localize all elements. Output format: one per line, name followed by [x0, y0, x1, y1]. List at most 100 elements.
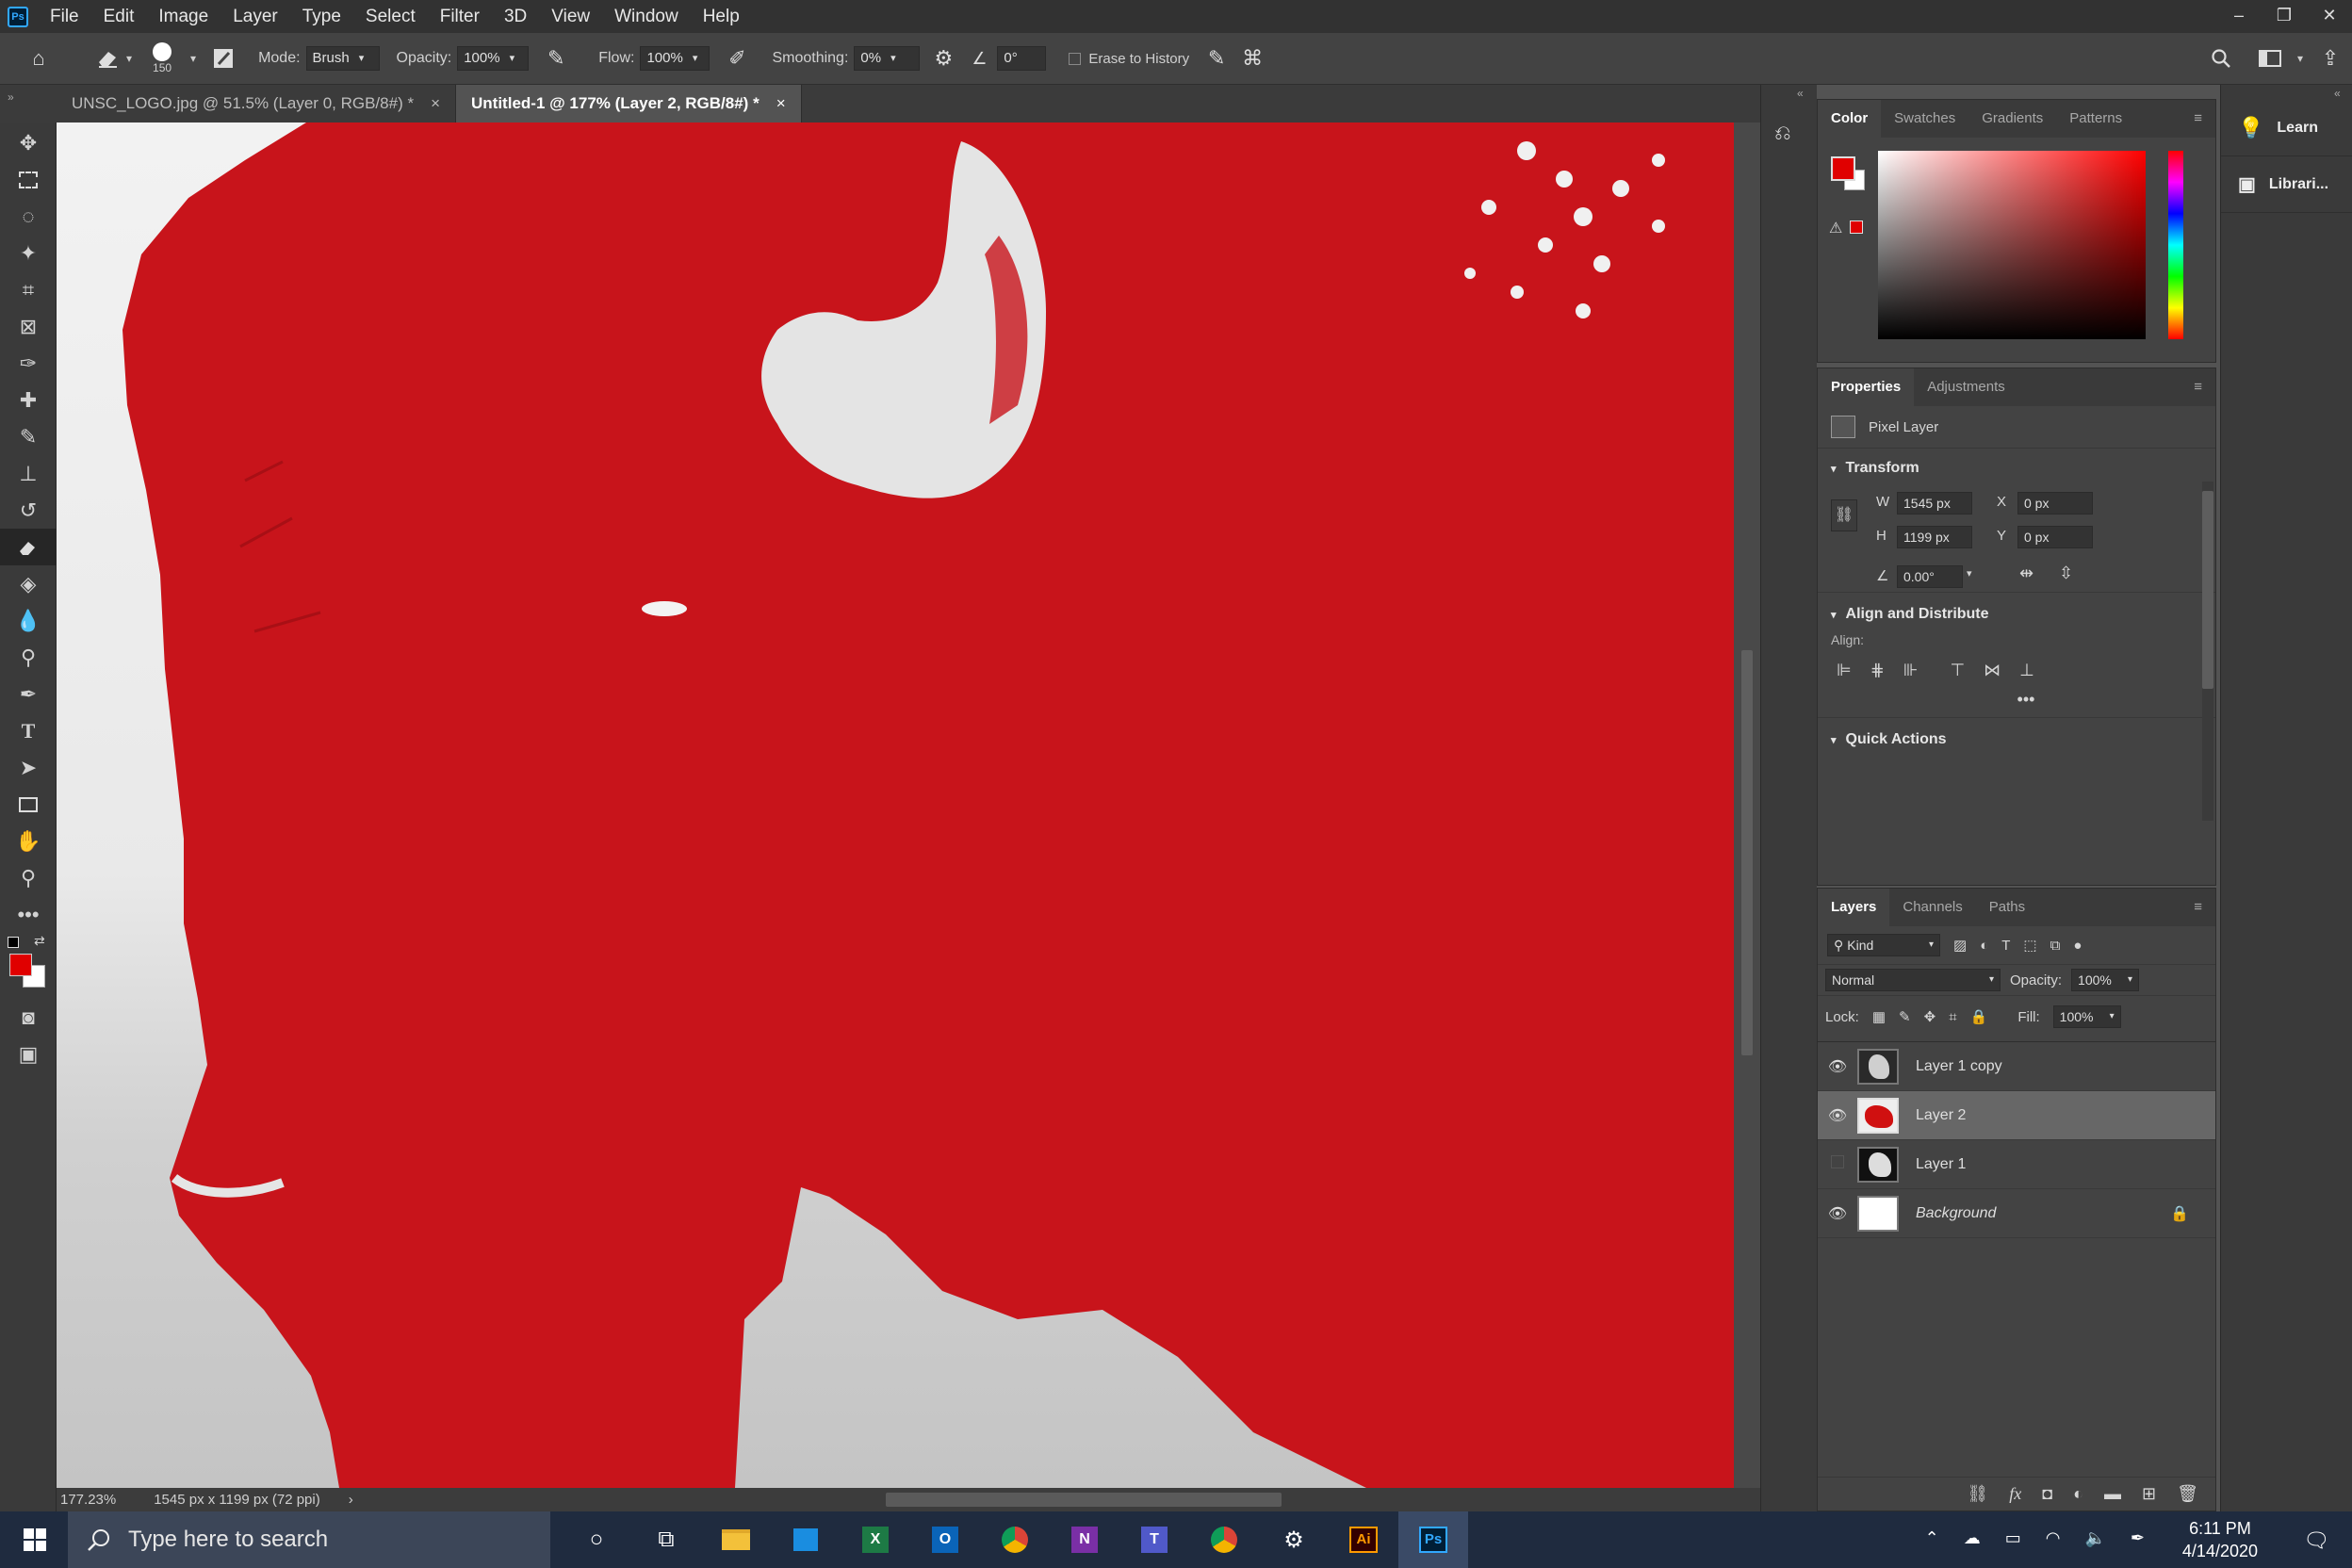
menu-view[interactable]: View	[551, 7, 590, 27]
visibility-eye-icon[interactable]: 👁	[1818, 1106, 1857, 1125]
layer-name[interactable]: Layer 1	[1916, 1156, 1966, 1173]
pressure-size-icon[interactable]: ✎	[1202, 44, 1231, 73]
symmetry-icon[interactable]: ⌘	[1238, 44, 1266, 73]
menu-select[interactable]: Select	[366, 7, 416, 27]
tab-patterns[interactable]: Patterns	[2056, 100, 2135, 138]
swap-colors-icon[interactable]: ⇄	[34, 933, 45, 949]
expand-panels-icon[interactable]: «	[1761, 85, 1817, 100]
excel-icon[interactable]: X	[841, 1511, 910, 1568]
foreground-color-swatch[interactable]	[9, 954, 32, 976]
workspace-icon[interactable]	[2256, 44, 2284, 73]
lock-pixels-icon[interactable]: ✎	[1899, 1008, 1911, 1025]
chevron-down-icon[interactable]: ▾	[2297, 52, 2303, 65]
notifications-icon[interactable]: 🗨	[2303, 1528, 2329, 1553]
tab-channels[interactable]: Channels	[1889, 889, 1975, 926]
tab-swatches[interactable]: Swatches	[1881, 100, 1968, 138]
menu-layer[interactable]: Layer	[233, 7, 278, 27]
lock-artboard-icon[interactable]: ⌗	[1949, 1009, 1956, 1025]
layer-row-layer-1[interactable]: Layer 1	[1818, 1140, 2215, 1189]
hue-slider[interactable]	[2168, 151, 2183, 339]
align-section[interactable]: ▾ Align and Distribute	[1818, 592, 2215, 629]
type-tool-icon[interactable]: T	[0, 712, 57, 749]
panel-menu-icon[interactable]: ≡	[2180, 368, 2215, 406]
warning-icon[interactable]: ⚠	[1829, 219, 1842, 237]
properties-scrollbar[interactable]	[2202, 482, 2213, 821]
align-top-icon[interactable]: ⊤	[1950, 661, 1965, 680]
brush-settings-icon[interactable]	[209, 44, 237, 73]
onedrive-icon[interactable]: ☁	[1964, 1528, 1981, 1548]
filter-toggle-icon[interactable]: ●	[2073, 938, 2082, 954]
y-field[interactable]: 0 px	[2017, 526, 2093, 548]
horizontal-scrollbar[interactable]	[886, 1493, 1282, 1507]
chevron-up-icon[interactable]: ⌃	[1925, 1528, 1939, 1548]
new-group-icon[interactable]: ▬	[2104, 1484, 2121, 1504]
menu-edit[interactable]: Edit	[104, 7, 135, 27]
crop-tool-icon[interactable]: ⌗	[0, 271, 57, 308]
move-tool-icon[interactable]: ✥	[0, 124, 57, 161]
learn-panel-button[interactable]: 💡 Learn	[2221, 100, 2352, 156]
collapse-toolbar-icon[interactable]: »	[0, 85, 57, 122]
panel-menu-icon[interactable]: ≡	[2180, 889, 2215, 926]
color-foreground-swatch[interactable]	[1831, 156, 1855, 181]
tab-color[interactable]: Color	[1818, 100, 1882, 138]
battery-icon[interactable]: ▭	[2005, 1528, 2021, 1548]
color-field[interactable]	[1878, 151, 2146, 339]
transform-section[interactable]: ▾ Transform	[1818, 449, 2215, 488]
magic-wand-icon[interactable]: ✦	[0, 235, 57, 271]
teams-icon[interactable]: T	[1119, 1511, 1189, 1568]
lock-all-icon[interactable]: 🔒	[1970, 1008, 1988, 1025]
filter-type-icon[interactable]: T	[2001, 938, 2010, 954]
lock-icon[interactable]: 🔒	[2170, 1204, 2189, 1223]
add-mask-icon[interactable]: ◘	[2042, 1484, 2052, 1504]
filter-shape-icon[interactable]: ⬚	[2023, 937, 2036, 954]
photoshop-taskbar-icon[interactable]: Ps	[1398, 1511, 1468, 1568]
align-middle-icon[interactable]: ⋈	[1984, 661, 2001, 680]
chevron-right-icon[interactable]: ›	[349, 1492, 353, 1508]
path-selection-icon[interactable]: ➤	[0, 749, 57, 786]
healing-brush-icon[interactable]: ✚	[0, 382, 57, 418]
more-options-icon[interactable]: •••	[1818, 690, 2215, 710]
collapse-panels-icon[interactable]: «	[2221, 85, 2352, 100]
settings-gear-icon[interactable]: ⚙	[1259, 1511, 1329, 1568]
new-layer-icon[interactable]: ⊞	[2142, 1484, 2156, 1504]
chrome-icon[interactable]	[1189, 1511, 1259, 1568]
libraries-panel-button[interactable]: ▣ Librari...	[2221, 156, 2352, 213]
layer-opacity-field[interactable]: 100% ▾	[2071, 969, 2140, 991]
angle-field[interactable]: 0°	[997, 46, 1047, 71]
airbrush-icon[interactable]: ✐	[723, 44, 751, 73]
blend-mode-select[interactable]: Normal ▾	[1825, 969, 2001, 991]
smoothing-field[interactable]: 0% ▾	[854, 46, 921, 71]
lock-position-icon[interactable]: ✥	[1924, 1008, 1936, 1025]
close-icon[interactable]: ✕	[2307, 0, 2352, 33]
tab-properties[interactable]: Properties	[1818, 368, 1915, 406]
align-center-icon[interactable]: ⋕	[1870, 661, 1885, 680]
wifi-icon[interactable]: ◠	[2046, 1528, 2061, 1548]
link-layers-icon[interactable]: ⛓	[1967, 1484, 1988, 1504]
file-explorer-icon[interactable]	[701, 1511, 771, 1568]
marquee-tool-icon[interactable]	[0, 161, 57, 198]
tab-untitled-1[interactable]: Untitled-1 @ 177% (Layer 2, RGB/8#) * ×	[456, 85, 802, 122]
fill-field[interactable]: 100% ▾	[2052, 1005, 2121, 1028]
zoom-level[interactable]: 177.23%	[60, 1492, 116, 1508]
menu-help[interactable]: Help	[703, 7, 740, 27]
layer-name[interactable]: Background	[1916, 1205, 1996, 1222]
gear-icon[interactable]: ⚙	[929, 44, 957, 73]
filter-kind-select[interactable]: ⚲ Kind ▾	[1827, 934, 1940, 956]
layer-row-layer-2[interactable]: 👁 Layer 2	[1818, 1091, 2215, 1140]
rotation-field[interactable]: 0.00°	[1897, 565, 1963, 588]
screen-mode-icon[interactable]: ▣	[0, 1036, 57, 1072]
store-icon[interactable]	[771, 1511, 841, 1568]
flip-horizontal-icon[interactable]: ⇹	[2019, 564, 2034, 583]
tab-gradients[interactable]: Gradients	[1968, 100, 2056, 138]
x-field[interactable]: 0 px	[2017, 492, 2093, 514]
filter-pixel-icon[interactable]: ▨	[1953, 937, 1967, 954]
menu-window[interactable]: Window	[614, 7, 678, 27]
outlook-icon[interactable]: O	[910, 1511, 980, 1568]
scroll-thumb[interactable]	[1741, 650, 1753, 1055]
flow-field[interactable]: 100% ▾	[640, 46, 710, 71]
menu-3d[interactable]: 3D	[504, 7, 527, 27]
pen-icon[interactable]: ✒	[2131, 1528, 2145, 1548]
dropdown-arrow-icon[interactable]: ▾	[126, 52, 132, 65]
taskbar-search[interactable]: Type here to search	[68, 1511, 550, 1568]
filter-smart-object-icon[interactable]: ⧉	[2050, 938, 2061, 954]
